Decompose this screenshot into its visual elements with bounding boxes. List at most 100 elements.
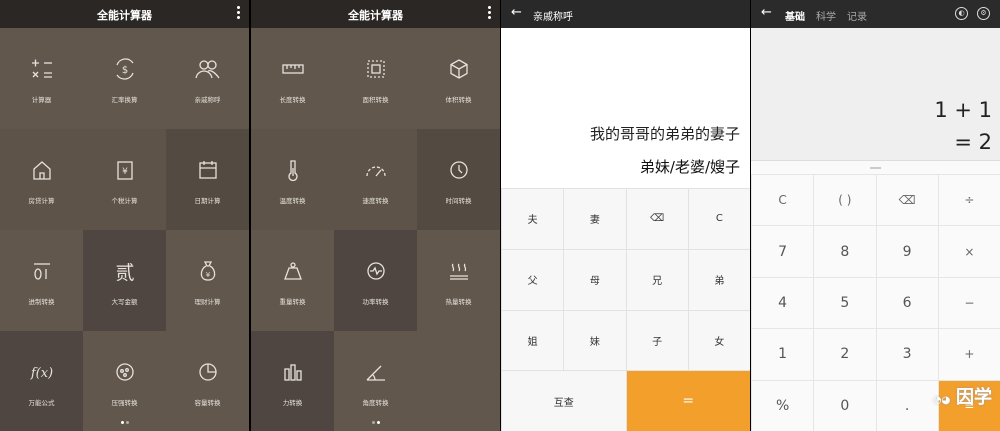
tool-tile[interactable]: 日期计算 [166,129,249,230]
key-elder-brother[interactable]: 兄 [626,249,688,310]
more-menu-icon[interactable] [237,6,241,20]
divide-button[interactable]: ÷ [938,175,1000,226]
digit-0[interactable]: 0 [814,380,876,431]
ruler-icon [251,56,334,82]
tool-label: 面积转换 [362,96,389,104]
decimal-button[interactable]: . [876,380,938,431]
tool-tile[interactable]: 面积转换 [334,28,417,129]
tools-panel-2: 全能计算器 长度转换 面积转换 体积转换 温度转换 速度转换 时间转换 重量转换 功率转换 热量… [251,0,500,431]
tool-label: 理财计算 [194,298,221,306]
tool-label: 容量转换 [194,399,221,407]
digit-9[interactable]: 9 [876,226,938,277]
arrow-left-icon[interactable]: ← [511,5,522,20]
tool-tile[interactable]: 速度转换 [334,129,417,230]
pressure-icon [83,359,166,385]
tool-label: 万能公式 [28,399,55,407]
key-younger-brother[interactable]: 弟 [688,249,750,310]
tool-label: 功率转换 [362,298,389,306]
tool-tile[interactable]: 时间转换 [417,129,500,230]
tool-label: 进制转换 [28,298,55,306]
digit-3[interactable]: 3 [876,329,938,380]
arrow-left-icon[interactable]: ← [761,5,772,20]
theme-icon[interactable]: ◐ [955,7,968,20]
digit-4[interactable]: 4 [752,277,814,329]
key-son[interactable]: 子 [626,310,688,371]
tool-tile[interactable]: 进制转换 [0,230,83,331]
weight-icon [251,258,334,284]
tab-science[interactable]: 科学 [816,8,836,23]
digit-7[interactable]: 7 [752,226,814,277]
minus-button[interactable]: − [938,277,1000,329]
percent-button[interactable]: % [752,380,814,431]
tool-tile[interactable]: 贰大写金额 [83,230,166,331]
calendar-icon [166,157,249,183]
key-wife[interactable]: 妻 [564,189,626,249]
svg-text:¥: ¥ [205,271,210,279]
tool-label: 日期计算 [194,197,221,205]
tool-tile[interactable]: 房贷计算 [0,129,83,230]
digit-1[interactable]: 1 [752,329,814,380]
watermark-text: 因学 [956,387,992,408]
multiply-button[interactable]: × [938,226,1000,277]
plus-button[interactable]: + [938,329,1000,380]
backspace-icon[interactable]: ⌫ [626,189,688,249]
clock-icon [417,157,500,183]
calc-result: = 2 [954,130,992,154]
tool-tile[interactable]: 热量转换 [417,230,500,331]
tab-history[interactable]: 记录 [847,8,867,23]
watermark: ◔◕ 因学 [933,383,992,409]
digit-5[interactable]: 5 [814,277,876,329]
clear-button[interactable]: C [752,175,814,226]
house-icon [0,157,83,183]
power-icon [334,258,417,284]
tool-tile[interactable]: 温度转换 [251,129,334,230]
relation-keypad: 夫妻 ⌫ C 父母兄弟姐妹子女互查 = [501,188,750,431]
app-bar: ← 亲戚称呼 [501,0,750,28]
tool-tile[interactable]: 计算器 [0,28,83,129]
parentheses-button[interactable]: ( ) [814,175,876,226]
tool-tile[interactable]: 亲戚称呼 [166,28,249,129]
pie-chart-icon [166,359,249,385]
key-mother[interactable]: 母 [564,249,626,310]
tool-tile[interactable]: ¥ 理财计算 [166,230,249,331]
angle-icon [334,359,417,385]
clear-button[interactable]: C [688,189,750,249]
digit-8[interactable]: 8 [814,226,876,277]
tool-label: 亲戚称呼 [194,96,221,104]
drag-handle[interactable] [751,160,1000,174]
key-younger-sister[interactable]: 妹 [564,310,626,371]
key-father[interactable]: 父 [502,249,564,310]
formula-icon: f(x) [0,359,83,385]
tool-tile[interactable]: $ 汇率换算 [83,28,166,129]
tax-icon: ¥ [83,157,166,183]
key-husband[interactable]: 夫 [502,189,564,249]
backspace-icon[interactable]: ⌫ [876,175,938,226]
equals-button[interactable]: = [626,371,750,431]
tool-label: 个税计算 [111,197,138,205]
calculator-icon [0,56,83,82]
digit-6[interactable]: 6 [876,277,938,329]
tool-label: 速度转换 [362,197,389,205]
tool-label: 汇率换算 [111,96,138,104]
tool-label: 房贷计算 [28,197,55,205]
relation-display: 我的哥哥的弟弟的妻子 弟妹/老婆/嫂子 [501,28,750,188]
currency-exchange-icon: $ [83,56,166,82]
tool-label: 时间转换 [445,197,472,205]
svg-text:$: $ [121,65,127,76]
tool-tile[interactable]: ¥ 个税计算 [83,129,166,230]
key-daughter[interactable]: 女 [688,310,750,371]
settings-icon[interactable]: ⚙ [977,7,990,20]
svg-text:f(x): f(x) [29,366,52,381]
tool-tile[interactable]: 重量转换 [251,230,334,331]
tool-tile[interactable]: 功率转换 [334,230,417,331]
tool-tile[interactable]: 体积转换 [417,28,500,129]
key-elder-sister[interactable]: 姐 [502,310,564,371]
lookup-button[interactable]: 互查 [502,371,626,431]
tool-tile[interactable]: 长度转换 [251,28,334,129]
tab-basic[interactable]: 基础 [785,8,805,23]
cube-icon [417,56,500,82]
digit-2[interactable]: 2 [814,329,876,380]
more-menu-icon[interactable] [488,6,492,20]
app-bar: ← 基础 科学 记录 ◐ ⚙ [751,0,1000,28]
speedometer-icon [334,157,417,183]
